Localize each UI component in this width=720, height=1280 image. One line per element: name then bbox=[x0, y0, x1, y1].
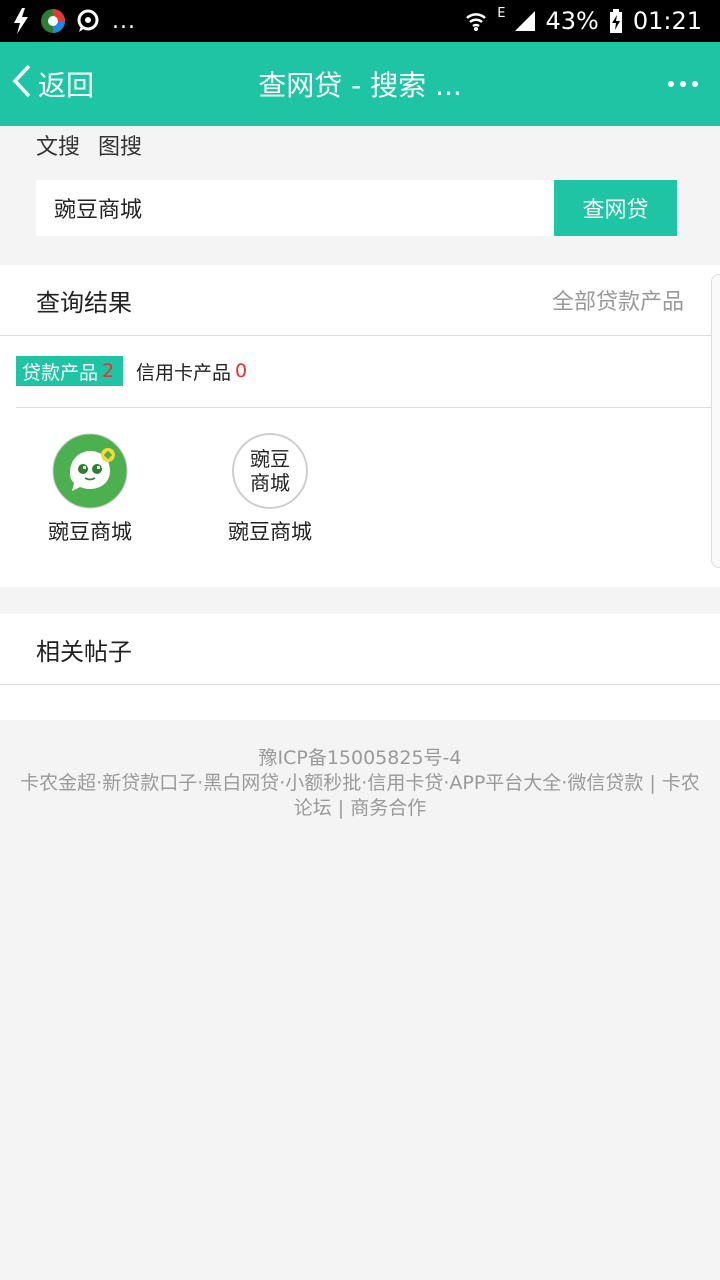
product-logo: 豌豆 商城 bbox=[232, 433, 308, 509]
battery-icon bbox=[609, 9, 623, 33]
search-button[interactable]: 查网贷 bbox=[554, 180, 677, 236]
footer-links[interactable]: 卡农金超·新贷款口子·黑白网贷·小额秒批·信用卡贷·APP平台大全·微信贷款 |… bbox=[0, 771, 720, 796]
results-header: 查询结果 全部贷款产品 bbox=[0, 265, 720, 336]
all-loan-products-link[interactable]: 全部贷款产品 bbox=[552, 265, 684, 335]
page-title: 查网贷 - 搜索 ... bbox=[258, 69, 462, 102]
app-header: 返回 查网贷 - 搜索 ... bbox=[0, 42, 720, 126]
product-logo-text: 商城 bbox=[250, 471, 290, 495]
message-icon bbox=[76, 9, 100, 33]
footer: 豫ICP备15005825号-4 卡农金超·新贷款口子·黑白网贷·小额秒批·信用… bbox=[0, 746, 720, 821]
tab-credit-card-count: 0 bbox=[235, 360, 248, 382]
product-logo-text: 豌豆 bbox=[250, 447, 290, 471]
search-input-value: 豌豆商城 bbox=[54, 198, 143, 223]
network-type: E bbox=[497, 5, 506, 21]
tab-loan-products-label: 贷款产品 bbox=[22, 361, 99, 384]
signal-icon bbox=[515, 11, 536, 31]
category-tabs: 贷款产品 2 信用卡产品 0 bbox=[16, 336, 720, 408]
results-title: 查询结果 bbox=[36, 288, 132, 317]
related-posts-header: 相关帖子 bbox=[0, 614, 720, 685]
status-bar: ... E 43% 01:21 bbox=[0, 0, 720, 42]
wifi-icon bbox=[465, 10, 487, 32]
tab-credit-card-label: 信用卡产品 bbox=[136, 361, 232, 384]
product-item[interactable]: 豌豆商城 bbox=[30, 433, 150, 547]
more-dot-icon bbox=[692, 81, 698, 87]
tab-text-search[interactable]: 文搜 bbox=[36, 132, 80, 166]
tab-loan-products[interactable]: 贷款产品 2 bbox=[16, 356, 123, 386]
more-dot-icon bbox=[668, 81, 674, 87]
clock: 01:21 bbox=[632, 7, 702, 35]
more-menu-button[interactable] bbox=[668, 42, 698, 126]
tab-image-search[interactable]: 图搜 bbox=[98, 132, 142, 166]
notification-overflow: ... bbox=[112, 8, 136, 34]
flash-icon bbox=[12, 8, 30, 34]
wandou-app-logo-icon bbox=[52, 433, 128, 509]
footer-links[interactable]: 论坛 | 商务合作 bbox=[0, 796, 720, 821]
product-name: 豌豆商城 bbox=[228, 520, 312, 544]
related-posts-title: 相关帖子 bbox=[36, 637, 132, 666]
results-card: 查询结果 全部贷款产品 贷款产品 2 信用卡产品 0 豌豆商城 豌豆 商城 豌豆… bbox=[0, 265, 720, 587]
back-label: 返回 bbox=[38, 69, 95, 102]
battery-percent: 43% bbox=[545, 7, 599, 35]
search-mode-tabs: 文搜 图搜 bbox=[36, 132, 142, 166]
app-icon bbox=[40, 8, 66, 34]
search-input[interactable]: 豌豆商城 bbox=[36, 180, 554, 236]
tab-credit-card-products[interactable]: 信用卡产品 0 bbox=[136, 356, 247, 386]
scroll-indicator[interactable] bbox=[711, 274, 720, 568]
tab-loan-products-count: 2 bbox=[102, 360, 115, 382]
icp-license: 豫ICP备15005825号-4 bbox=[258, 747, 462, 769]
related-posts-card: 相关帖子 bbox=[0, 614, 720, 720]
back-button[interactable]: 返回 bbox=[12, 42, 94, 126]
product-name: 豌豆商城 bbox=[48, 520, 132, 544]
product-item[interactable]: 豌豆 商城 豌豆商城 bbox=[210, 433, 330, 547]
chevron-left-icon bbox=[12, 64, 32, 105]
more-dot-icon bbox=[680, 81, 686, 87]
